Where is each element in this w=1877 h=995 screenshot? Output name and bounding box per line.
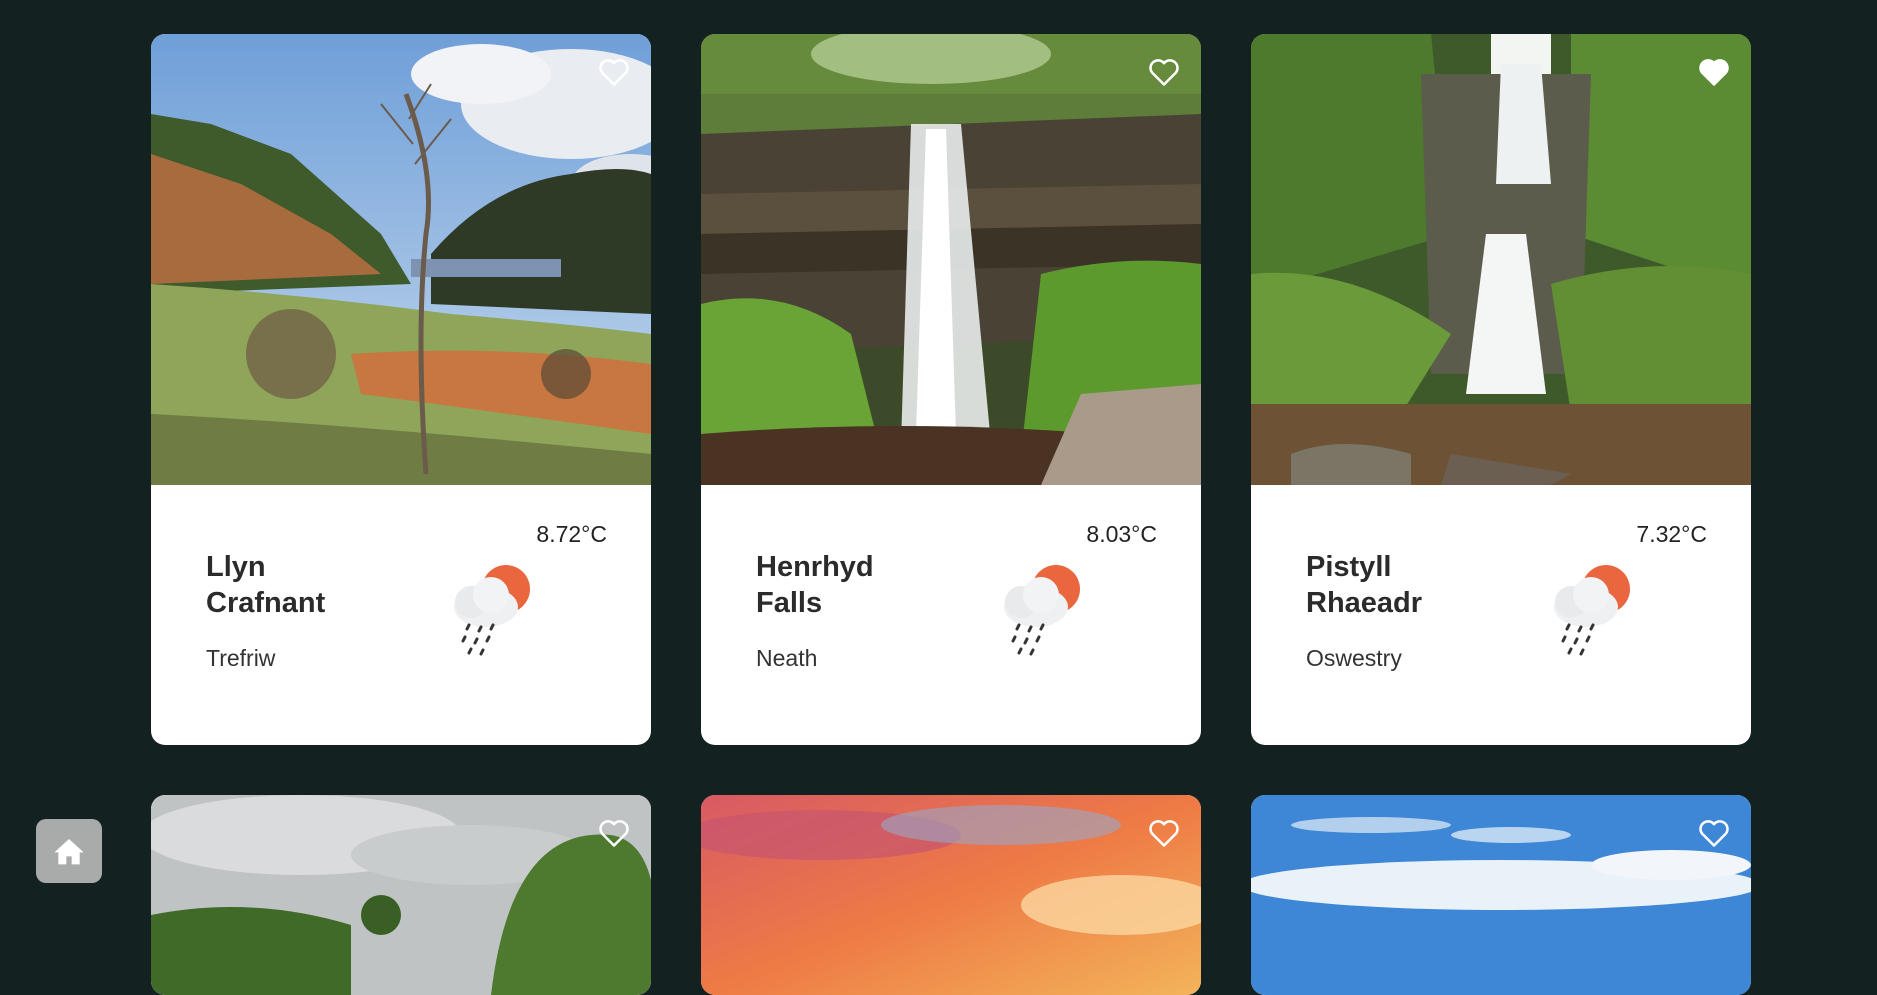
location-name: Pistyll Rhaeadr <box>1306 549 1506 621</box>
location-photo <box>1251 34 1751 485</box>
favourite-heart-icon[interactable] <box>1699 58 1729 86</box>
location-name-line1: Henrhyd <box>756 551 874 583</box>
location-info: Llyn Crafnant Trefriw 8.72°C <box>151 485 651 745</box>
favourite-heart-icon[interactable] <box>1699 819 1729 847</box>
temperature: 7.32°C <box>1636 521 1707 547</box>
location-name-line2: Falls <box>756 587 823 619</box>
location-name: Llyn Crafnant <box>206 549 406 621</box>
location-info: Pistyll Rhaeadr Oswestry 7.32°C <box>1251 485 1751 745</box>
location-name-line2: Crafnant <box>206 587 326 619</box>
location-name-line1: Pistyll <box>1306 551 1392 583</box>
location-name-line1: Llyn <box>206 551 266 583</box>
location-card[interactable]: Llyn Crafnant Trefriw 8.72°C <box>151 34 651 745</box>
sun-rain-cloud-icon <box>1541 557 1641 657</box>
temperature: 8.72°C <box>536 521 607 547</box>
location-card[interactable] <box>701 795 1201 995</box>
location-card[interactable] <box>151 795 651 995</box>
location-town: Trefriw <box>206 645 276 671</box>
home-icon <box>54 839 84 865</box>
location-card[interactable]: Pistyll Rhaeadr Oswestry 7.32°C <box>1251 34 1751 745</box>
location-info: Henrhyd Falls Neath 8.03°C <box>701 485 1201 745</box>
favourite-heart-icon[interactable] <box>599 819 629 847</box>
location-photo <box>701 795 1201 995</box>
location-photo <box>151 34 651 485</box>
sun-rain-cloud-icon <box>441 557 541 657</box>
location-card[interactable] <box>1251 795 1751 995</box>
location-name: Henrhyd Falls <box>756 549 956 621</box>
location-town: Oswestry <box>1306 645 1402 671</box>
location-town: Neath <box>756 645 818 671</box>
favourite-heart-icon[interactable] <box>1149 58 1179 86</box>
location-photo <box>151 795 651 995</box>
favourite-heart-icon[interactable] <box>1149 819 1179 847</box>
location-card[interactable]: Henrhyd Falls Neath 8.03°C <box>701 34 1201 745</box>
sun-rain-cloud-icon <box>991 557 1091 657</box>
location-photo <box>701 34 1201 485</box>
temperature: 8.03°C <box>1086 521 1157 547</box>
location-grid: Llyn Crafnant Trefriw 8.72°C Henrhyd Fal… <box>151 34 1751 995</box>
home-button[interactable] <box>36 819 102 883</box>
location-photo <box>1251 795 1751 995</box>
favourite-heart-icon[interactable] <box>599 58 629 86</box>
location-name-line2: Rhaeadr <box>1306 587 1423 619</box>
